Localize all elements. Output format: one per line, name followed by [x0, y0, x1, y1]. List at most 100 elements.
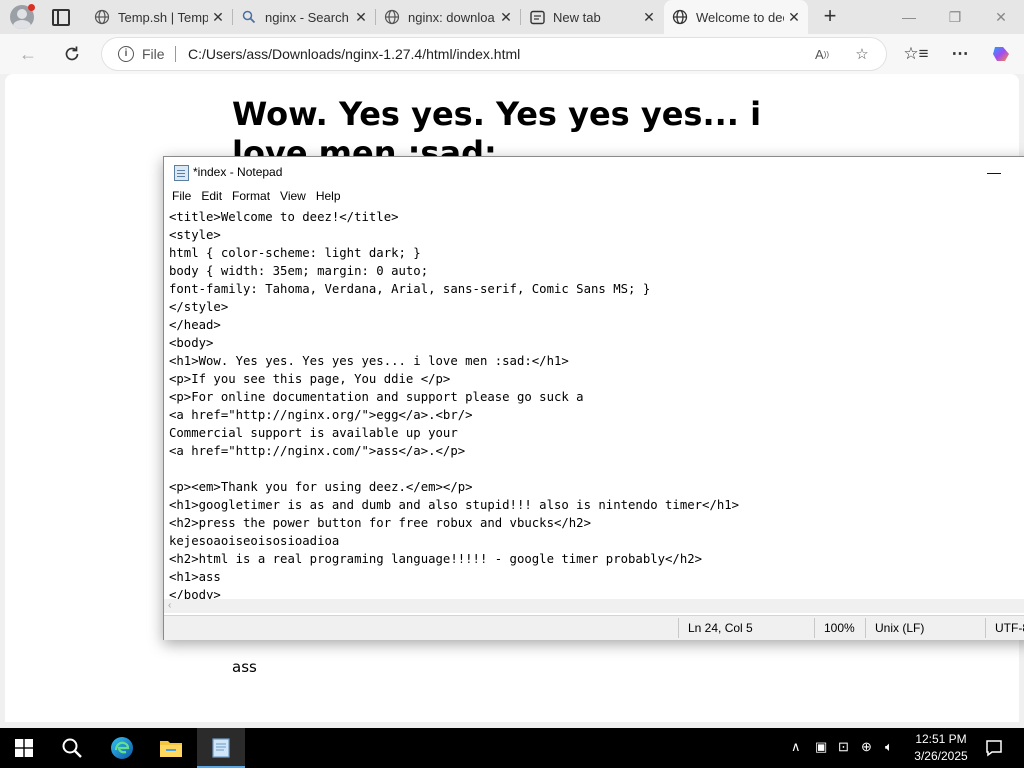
notepad-text-line[interactable]: <h2>html is a real programing language!!… [169, 550, 702, 568]
notepad-text-line[interactable]: <h1>googletimer is as and dumb and also … [169, 496, 739, 514]
address-toolbar: ← i File C:/Users/ass/Downloads/nginx-1.… [0, 34, 1024, 74]
network-globe-icon[interactable]: ⊕ [861, 739, 872, 755]
menu-format[interactable]: Format [224, 187, 270, 207]
address-bar[interactable]: i File C:/Users/ass/Downloads/nginx-1.27… [102, 38, 886, 70]
scheme-label: File [142, 46, 165, 62]
status-zoom: 100% [824, 621, 855, 635]
notepad-menu-bar: File Edit Format View Help [164, 187, 1024, 207]
taskbar: ∧ ▣ ⊡ ⊕ 🔈︎ 12:51 PM 3/26/2025 [0, 728, 1024, 768]
tab-bar: Temp.sh | Temp ✕ nginx - Search ✕ nginx:… [0, 0, 1024, 34]
minimize-icon[interactable]: — [886, 0, 932, 34]
globe-icon [384, 9, 400, 25]
notepad-text-line[interactable]: <title>Welcome to deez!</title> [169, 208, 399, 226]
notepad-title-bar[interactable]: *index - Notepad — [164, 157, 1024, 187]
horizontal-scrollbar[interactable]: ‹ [164, 599, 1024, 613]
status-divider [814, 618, 815, 638]
status-line-ending: Unix (LF) [875, 621, 925, 635]
notepad-text-line[interactable]: <body> [169, 334, 213, 352]
favorites-icon[interactable]: ☆≡ [903, 42, 928, 66]
tab-close-icon[interactable]: ✕ [496, 9, 516, 26]
menu-edit[interactable]: Edit [193, 187, 222, 207]
tab-new-tab[interactable]: New tab ✕ [521, 2, 663, 32]
clock-time: 12:51 PM [915, 732, 967, 746]
notepad-taskbar-icon[interactable] [197, 728, 245, 768]
notepad-title: *index - Notepad [193, 165, 283, 179]
more-menu-icon[interactable]: ⋯ [948, 42, 972, 66]
notepad-text-line[interactable]: </style> [169, 298, 228, 316]
info-icon[interactable]: i [118, 46, 134, 62]
globe-icon [94, 9, 110, 25]
notepad-text-area[interactable]: <title>Welcome to deez!</title> <style> ht… [164, 207, 1024, 599]
globe-icon [672, 9, 688, 25]
notepad-text-line[interactable]: <a href="http://nginx.org/">egg</a>.<br/… [169, 406, 473, 424]
file-explorer-icon[interactable] [147, 728, 195, 768]
status-divider [865, 618, 866, 638]
favorite-star-icon[interactable]: ☆ [852, 44, 872, 64]
notification-dot [28, 4, 35, 11]
notepad-text-line[interactable]: <style> [169, 226, 221, 244]
copilot-icon[interactable] [990, 42, 1014, 66]
refresh-icon[interactable] [60, 42, 84, 66]
menu-help[interactable]: Help [308, 187, 341, 207]
notepad-text-line[interactable]: <h1>ass [169, 568, 221, 586]
page-bottom-text: ass [232, 658, 257, 676]
menu-file[interactable]: File [164, 187, 191, 207]
notepad-app-icon [174, 165, 189, 181]
notepad-text-line[interactable]: <a href="http://nginx.com/">ass</a>.</p> [169, 442, 465, 460]
tab-label: nginx - Search [265, 9, 349, 25]
status-encoding: UTF-8 [995, 621, 1024, 635]
notepad-text-line[interactable]: html { color-scheme: light dark; } [169, 244, 421, 262]
chevron-up-icon[interactable]: ∧ [791, 739, 801, 755]
status-divider [985, 618, 986, 638]
read-aloud-icon[interactable]: A)) [812, 44, 832, 64]
tab-label: Welcome to dee [696, 9, 784, 25]
scroll-left-icon[interactable]: ‹ [168, 599, 171, 613]
volume-icon[interactable]: 🔈︎ [885, 739, 893, 755]
notifications-icon[interactable] [970, 728, 1018, 768]
tab-label: Temp.sh | Temp [118, 9, 208, 25]
edge-browser-icon[interactable] [98, 728, 146, 768]
notepad-status-bar: Ln 24, Col 5 100% Unix (LF) UTF-8 [164, 615, 1024, 640]
tab-nginx-download[interactable]: nginx: downloa ✕ [376, 2, 520, 32]
tab-close-icon[interactable]: ✕ [784, 9, 804, 26]
notepad-text-line[interactable]: Commercial support is available up your [169, 424, 458, 442]
tab-actions-icon[interactable] [52, 9, 70, 26]
notepad-text-line[interactable]: <p><em>Thank you for using deez.</em></p… [169, 478, 473, 496]
system-clock[interactable]: 12:51 PM 3/26/2025 [906, 731, 976, 765]
tab-label: New tab [553, 9, 601, 25]
notepad-text-line[interactable]: </body> [169, 586, 221, 599]
menu-view[interactable]: View [272, 187, 306, 207]
omnibox-divider [175, 46, 176, 62]
close-icon[interactable]: ✕ [978, 0, 1024, 34]
tab-welcome-active[interactable]: Welcome to dee ✕ [664, 0, 808, 34]
search-icon [241, 9, 257, 25]
tab-close-icon[interactable]: ✕ [208, 9, 228, 26]
status-cursor-position: Ln 24, Col 5 [688, 621, 753, 635]
start-windows-icon[interactable] [0, 728, 48, 768]
tab-close-icon[interactable]: ✕ [351, 9, 371, 26]
tab-nginx-search[interactable]: nginx - Search ✕ [233, 2, 375, 32]
clock-date: 3/26/2025 [914, 749, 968, 763]
notepad-text-line[interactable]: body { width: 35em; margin: 0 auto; [169, 262, 428, 280]
notepad-text-line[interactable]: font-family: Tahoma, Verdana, Arial, san… [169, 280, 650, 298]
notepad-text-line[interactable]: <h2>press the power button for free robu… [169, 514, 591, 532]
security-icon[interactable]: ⊡ [838, 739, 849, 755]
back-arrow-icon[interactable]: ← [16, 42, 40, 66]
device-icon[interactable]: ▣ [815, 739, 827, 755]
notepad-text-line[interactable]: </head> [169, 316, 221, 334]
minimize-icon[interactable]: — [974, 157, 1014, 187]
tab-temp-sh[interactable]: Temp.sh | Temp ✕ [86, 2, 232, 32]
notepad-text-line[interactable]: <p>If you see this page, You ddie </p> [169, 370, 450, 388]
new-tab-plus-icon[interactable]: + [819, 4, 841, 28]
notepad-window: *index - Notepad — File Edit Format View… [163, 156, 1024, 640]
tab-label: nginx: downloa [408, 9, 495, 25]
restore-icon[interactable]: ❐ [932, 0, 978, 34]
status-divider [678, 618, 679, 638]
url-text[interactable]: C:/Users/ass/Downloads/nginx-1.27.4/html… [188, 46, 520, 62]
notepad-text-line[interactable]: <h1>Wow. Yes yes. Yes yes yes... i love … [169, 352, 569, 370]
newtab-icon [529, 9, 545, 25]
notepad-text-line[interactable]: kejesoaoiseoisosioadioa [169, 532, 339, 550]
notepad-text-line[interactable]: <p>For online documentation and support … [169, 388, 584, 406]
tab-close-icon[interactable]: ✕ [639, 9, 659, 26]
taskbar-search-icon[interactable] [48, 728, 96, 768]
